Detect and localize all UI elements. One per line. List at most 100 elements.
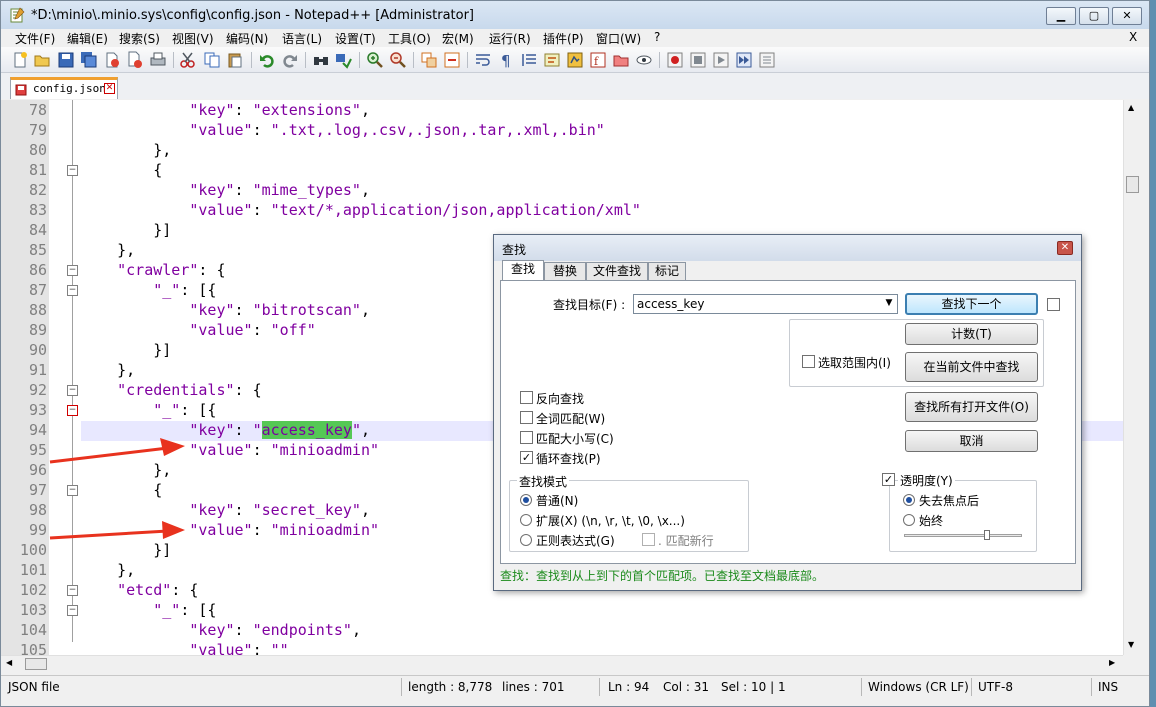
search-mode-extended-radio[interactable] xyxy=(520,514,532,526)
doc-map-icon[interactable] xyxy=(566,51,584,69)
open-file-icon[interactable] xyxy=(33,51,51,69)
word-wrap-icon[interactable] xyxy=(474,51,492,69)
code-line: "crawler": { xyxy=(117,261,226,279)
sync-horizontal-icon[interactable] xyxy=(443,51,461,69)
reverse-direction-checkbox[interactable] xyxy=(520,391,533,404)
tab-find-in-files[interactable]: 文件查找 xyxy=(586,262,648,281)
dropdown-arrow-icon[interactable]: ▼ xyxy=(883,298,895,310)
title-bar: *D:\minio\.minio.sys\config\config.json … xyxy=(1,1,1149,29)
vertical-scrollbar[interactable]: ▲ ▼ xyxy=(1123,100,1140,655)
menu-macro[interactable]: 宏(M) xyxy=(442,30,474,47)
vertical-scroll-thumb[interactable] xyxy=(1126,176,1139,193)
status-mode: INS xyxy=(1098,680,1119,694)
close-window-button[interactable]: ✕ xyxy=(1112,7,1142,25)
tab-close-icon[interactable]: ✕ xyxy=(104,83,115,94)
find-next-button[interactable]: 查找下一个 xyxy=(905,293,1038,315)
find-in-all-open-files-button[interactable]: 查找所有打开文件(O) xyxy=(905,392,1038,422)
find-dialog-close-button[interactable]: ✕ xyxy=(1057,241,1073,255)
menu-view[interactable]: 视图(V) xyxy=(172,30,214,47)
maximize-button[interactable]: ▢ xyxy=(1079,7,1109,25)
menu-plugins[interactable]: 插件(P) xyxy=(543,30,584,47)
find-next-option-checkbox[interactable] xyxy=(1047,298,1060,311)
tab-mark[interactable]: 标记 xyxy=(648,262,686,281)
search-mode-normal-radio[interactable] xyxy=(520,494,532,506)
undo-icon[interactable] xyxy=(258,51,276,69)
cancel-button[interactable]: 取消 xyxy=(905,430,1038,452)
code-line: "key": "bitrotscan", xyxy=(189,301,370,319)
fold-toggle-icon[interactable]: − xyxy=(67,405,78,416)
new-file-icon[interactable] xyxy=(11,51,29,69)
save-macro-icon[interactable] xyxy=(758,51,776,69)
monitoring-eye-icon[interactable] xyxy=(635,51,653,69)
fold-toggle-icon[interactable]: − xyxy=(67,285,78,296)
folder-workspace-icon[interactable] xyxy=(612,51,630,69)
stop-macro-icon[interactable] xyxy=(689,51,707,69)
find-what-combobox[interactable]: access_key ▼ xyxy=(633,294,898,314)
save-all-icon[interactable] xyxy=(80,51,98,69)
run-macro-multiple-icon[interactable] xyxy=(735,51,753,69)
transparency-slider[interactable] xyxy=(904,534,1022,537)
zoom-out-icon[interactable] xyxy=(389,51,407,69)
menu-edit[interactable]: 编辑(E) xyxy=(67,30,108,47)
find-in-current-file-button[interactable]: 在当前文件中查找 xyxy=(905,352,1038,382)
menu-tools[interactable]: 工具(O) xyxy=(388,30,431,47)
record-macro-icon[interactable] xyxy=(666,51,684,69)
search-mode-regex-radio[interactable] xyxy=(520,534,532,546)
transparency-always-radio[interactable] xyxy=(903,514,915,526)
play-macro-icon[interactable] xyxy=(712,51,730,69)
fold-toggle-icon[interactable]: − xyxy=(67,165,78,176)
show-all-chars-icon[interactable]: ¶ xyxy=(497,51,515,69)
line-number: 82 xyxy=(28,181,47,199)
match-case-checkbox[interactable] xyxy=(520,431,533,444)
menu-file[interactable]: 文件(F) xyxy=(15,30,55,47)
scroll-left-icon[interactable]: ◀ xyxy=(6,658,12,667)
transparency-checkbox[interactable]: ✓ xyxy=(882,473,895,486)
function-list-icon[interactable]: f xyxy=(589,51,607,69)
close-document-x[interactable]: X xyxy=(1129,30,1137,44)
fold-toggle-icon[interactable]: − xyxy=(67,605,78,616)
paste-icon[interactable] xyxy=(226,51,244,69)
print-icon[interactable] xyxy=(149,51,167,69)
udl-icon[interactable] xyxy=(543,51,561,69)
menu-encoding[interactable]: 编码(N) xyxy=(226,30,268,47)
fold-toggle-icon[interactable]: − xyxy=(67,485,78,496)
save-icon[interactable] xyxy=(57,51,75,69)
menu-language[interactable]: 语言(L) xyxy=(282,30,322,47)
sync-vertical-icon[interactable] xyxy=(420,51,438,69)
scroll-right-icon[interactable]: ▶ xyxy=(1109,658,1115,667)
copy-icon[interactable] xyxy=(203,51,221,69)
minimize-icon: ▁ xyxy=(1056,9,1066,22)
tab-replace[interactable]: 替换 xyxy=(544,262,586,281)
menu-settings[interactable]: 设置(T) xyxy=(335,30,376,47)
close-file-icon[interactable] xyxy=(103,51,121,69)
minimize-button[interactable]: ▁ xyxy=(1046,7,1076,25)
fold-toggle-icon[interactable]: − xyxy=(67,585,78,596)
menu-run[interactable]: 运行(R) xyxy=(489,30,531,47)
menu-window[interactable]: 窗口(W) xyxy=(596,30,641,47)
transparency-on-lose-focus-radio[interactable] xyxy=(903,494,915,506)
scroll-down-icon[interactable]: ▼ xyxy=(1128,640,1134,649)
menu-help[interactable]: ? xyxy=(654,30,660,44)
cut-icon[interactable] xyxy=(179,51,197,69)
transparency-slider-thumb[interactable] xyxy=(984,530,990,540)
horizontal-scroll-thumb[interactable] xyxy=(25,658,47,670)
wrap-around-checkbox[interactable]: ✓ xyxy=(520,451,533,464)
fold-toggle-icon[interactable]: − xyxy=(67,265,78,276)
dot-matches-newline-checkbox[interactable] xyxy=(642,533,655,546)
fold-toggle-icon[interactable]: − xyxy=(67,385,78,396)
indent-guide-icon[interactable] xyxy=(520,51,538,69)
redo-icon[interactable] xyxy=(281,51,299,69)
zoom-in-icon[interactable] xyxy=(366,51,384,69)
in-selection-checkbox[interactable] xyxy=(802,355,815,368)
close-all-icon[interactable] xyxy=(126,51,144,69)
find-status-message: 查找：查找到从上到下的首个匹配项。已查找至文档最底部。 xyxy=(500,569,825,583)
whole-word-checkbox[interactable] xyxy=(520,411,533,424)
replace-icon[interactable] xyxy=(335,51,353,69)
tab-find[interactable]: 查找 xyxy=(502,260,544,281)
tab-config-json[interactable]: config.json ✕ xyxy=(10,77,118,99)
count-button[interactable]: 计数(T) xyxy=(905,323,1038,345)
scroll-up-icon[interactable]: ▲ xyxy=(1128,103,1134,112)
horizontal-scrollbar[interactable]: ◀ ▶ xyxy=(1,655,1123,672)
find-icon[interactable] xyxy=(312,51,330,69)
menu-search[interactable]: 搜索(S) xyxy=(119,30,160,47)
